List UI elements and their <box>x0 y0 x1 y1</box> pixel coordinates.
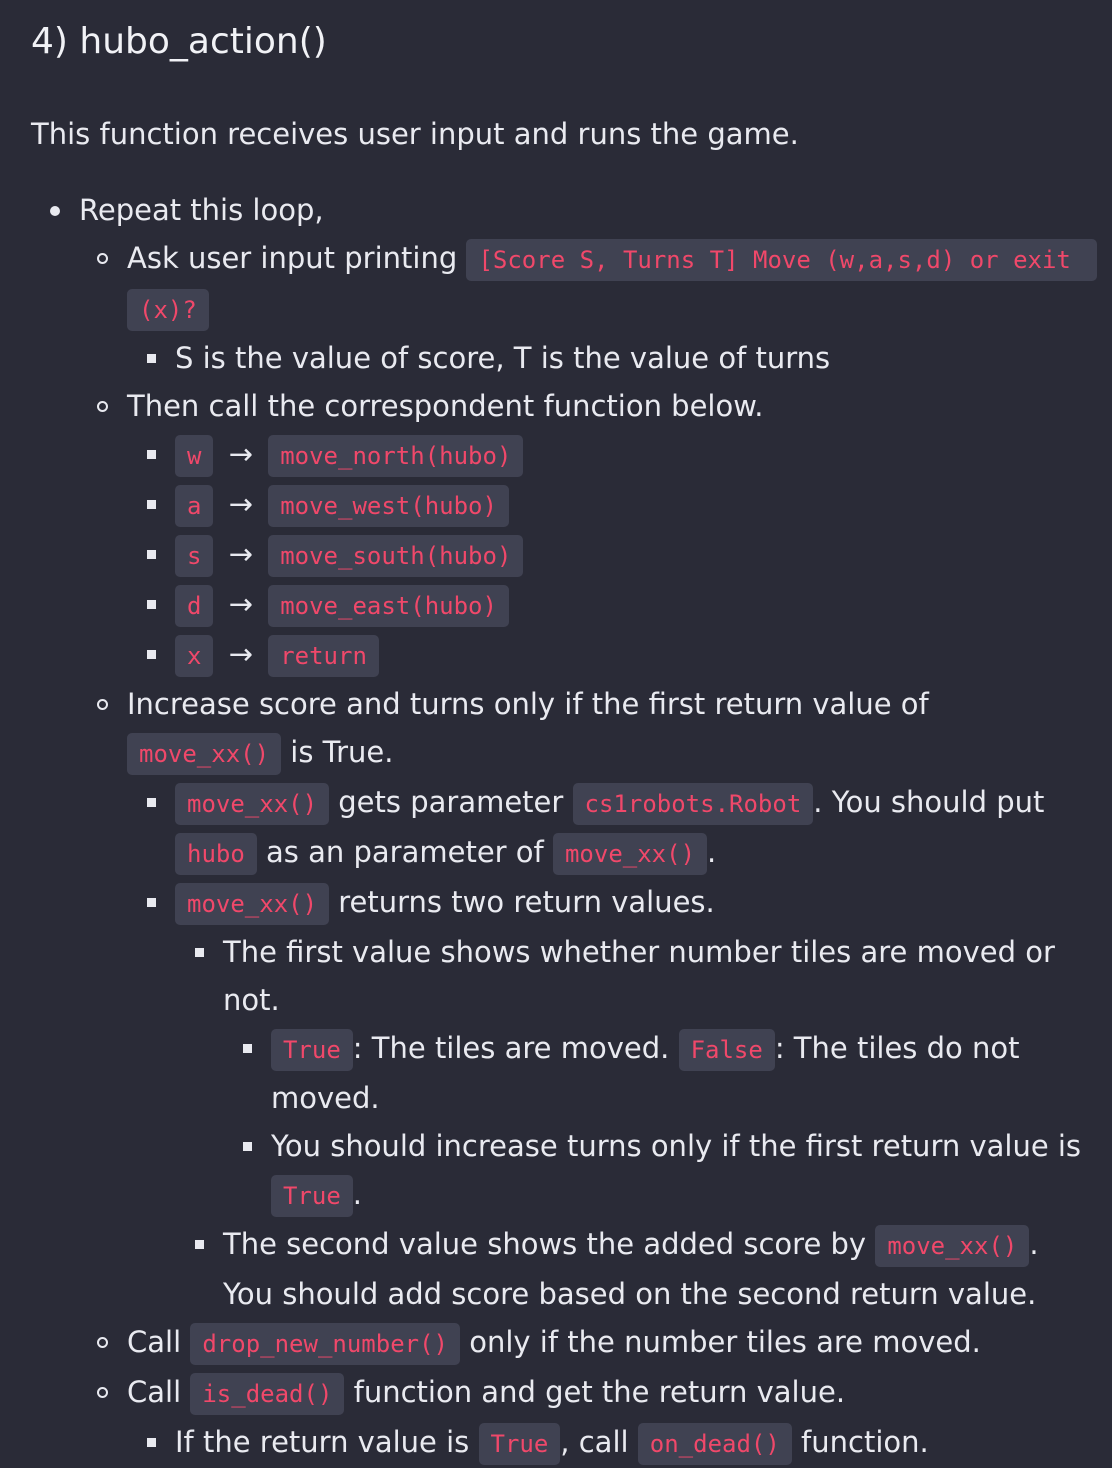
square-bullet <box>127 334 175 382</box>
key-code: w <box>175 435 214 477</box>
list-item-on-dead: If the return value is True, call on_dea… <box>127 1418 1091 1468</box>
square-bullet <box>127 778 175 826</box>
list-item-ask: Ask user input printing [Score S, Turns … <box>79 234 1098 382</box>
function-code: move_east(hubo) <box>268 585 509 627</box>
hubo-code: hubo <box>175 833 257 875</box>
move-xx-code: move_xx() <box>127 733 282 775</box>
key-code: d <box>175 585 214 627</box>
mapping-item: x → return <box>127 630 1091 680</box>
right-arrow-icon: → <box>228 487 253 521</box>
increase-text-end: is True. <box>281 735 394 769</box>
function-code: move_west(hubo) <box>268 485 509 527</box>
first-value-text: The first value shows whether number til… <box>223 935 1055 1017</box>
circle-bullet <box>79 382 127 430</box>
main-list: Repeat this loop, Ask user input printin… <box>31 186 1098 1468</box>
function-code: return <box>268 635 379 677</box>
move-xx-code: move_xx() <box>175 783 330 825</box>
mapping-item: s → move_south(hubo) <box>127 530 1091 580</box>
loop-steps-list: Ask user input printing [Score S, Turns … <box>79 234 1098 1468</box>
dead-text-end: function and get the return value. <box>344 1375 846 1409</box>
on-dead-code: on_dead() <box>637 1423 792 1465</box>
right-arrow-icon: → <box>228 637 253 671</box>
list-item-loop: Repeat this loop, Ask user input printin… <box>31 186 1098 1468</box>
key-code: s <box>175 535 214 577</box>
circle-bullet <box>79 234 127 282</box>
list-item-ask-note: S is the value of score, T is the value … <box>127 334 1091 382</box>
circle-bullet <box>79 680 127 728</box>
key-code: a <box>175 485 214 527</box>
list-item-param: move_xx() gets parameter cs1robots.Robot… <box>127 778 1091 878</box>
function-code: move_north(hubo) <box>268 435 524 477</box>
square-bullet <box>127 580 175 628</box>
robot-class-code: cs1robots.Robot <box>572 783 814 825</box>
increase-sublist: move_xx() gets parameter cs1robots.Robot… <box>127 778 1091 1318</box>
move-xx-code: move_xx() <box>175 883 330 925</box>
right-arrow-icon: → <box>228 587 253 621</box>
key-mapping-list: w → move_north(hubo) a → move_west(hubo) <box>127 430 1091 680</box>
returns-text: returns two return values. <box>329 885 715 919</box>
true-code: True <box>271 1029 353 1071</box>
square-bullet <box>175 1220 223 1268</box>
param-text: . You should put <box>813 785 1045 819</box>
square-bullet <box>127 630 175 678</box>
intro-paragraph: This function receives user input and ru… <box>31 117 799 151</box>
ask-note: S is the value of score, T is the value … <box>175 341 831 375</box>
dead-text: Call <box>127 1375 191 1409</box>
list-item-returns: move_xx() returns two return values. The… <box>127 878 1091 1318</box>
list-item-drop: Call drop_new_number() only if the numbe… <box>79 1318 1091 1368</box>
circle-bullet <box>79 1318 127 1366</box>
list-item-first-value: The first value shows whether number til… <box>175 928 1091 1220</box>
mapping-item: d → move_east(hubo) <box>127 580 1091 630</box>
list-item-increase: Increase score and turns only if the fir… <box>79 680 1091 1318</box>
square-bullet <box>175 928 223 976</box>
disc-bullet <box>31 186 79 234</box>
document: 4) hubo_action() This function receives … <box>31 16 1098 1468</box>
square-bullet <box>223 1122 271 1170</box>
section-heading: 4) hubo_action() <box>31 21 327 62</box>
drop-text: Call <box>127 1325 191 1359</box>
move-xx-code: move_xx() <box>552 833 708 875</box>
true-code: True <box>478 1423 561 1465</box>
drop-text-end: only if the number tiles are moved. <box>460 1325 981 1359</box>
dead-sublist: If the return value is True, call on_dea… <box>127 1418 1091 1468</box>
key-code: x <box>175 635 214 677</box>
turns-text: You should increase turns only if the fi… <box>271 1129 1082 1163</box>
is-dead-code: is_dead() <box>190 1373 345 1415</box>
true-description: : The tiles are moved. <box>352 1031 679 1065</box>
move-xx-code: move_xx() <box>875 1225 1030 1267</box>
list-item-true-false: True: The tiles are moved. False: The ti… <box>223 1024 1091 1122</box>
turns-text-end: . <box>352 1177 363 1211</box>
square-bullet <box>127 530 175 578</box>
param-text: gets parameter <box>329 785 573 819</box>
first-value-sublist: True: The tiles are moved. False: The ti… <box>223 1024 1091 1220</box>
ask-text: Ask user input printing <box>127 241 467 275</box>
list-item-second-value: The second value shows the added score b… <box>175 1220 1091 1318</box>
square-bullet <box>127 878 175 926</box>
square-bullet <box>127 480 175 528</box>
second-value-text: The second value shows the added score b… <box>223 1227 876 1261</box>
true-code: True <box>271 1175 353 1217</box>
loop-label: Repeat this loop, <box>79 193 324 227</box>
right-arrow-icon: → <box>228 437 253 471</box>
mapping-item: a → move_west(hubo) <box>127 480 1091 530</box>
increase-text: Increase score and turns only if the fir… <box>127 687 929 721</box>
function-code: move_south(hubo) <box>268 535 524 577</box>
drop-new-number-code: drop_new_number() <box>190 1323 460 1365</box>
ask-sublist: S is the value of score, T is the value … <box>127 334 1091 382</box>
param-text: as an parameter of <box>256 835 553 869</box>
square-bullet <box>127 430 175 478</box>
call-text: Then call the correspondent function bel… <box>127 389 764 423</box>
false-code: False <box>678 1029 775 1071</box>
square-bullet <box>223 1024 271 1072</box>
mapping-item: w → move_north(hubo) <box>127 430 1091 480</box>
list-item-call: Then call the correspondent function bel… <box>79 382 1091 680</box>
list-item-turns: You should increase turns only if the fi… <box>223 1122 1091 1220</box>
right-arrow-icon: → <box>228 537 253 571</box>
circle-bullet <box>79 1368 127 1416</box>
param-text: . <box>707 835 717 869</box>
returns-sublist: The first value shows whether number til… <box>175 928 1091 1318</box>
square-bullet <box>127 1418 175 1466</box>
list-item-dead: Call is_dead() function and get the retu… <box>79 1368 1091 1468</box>
